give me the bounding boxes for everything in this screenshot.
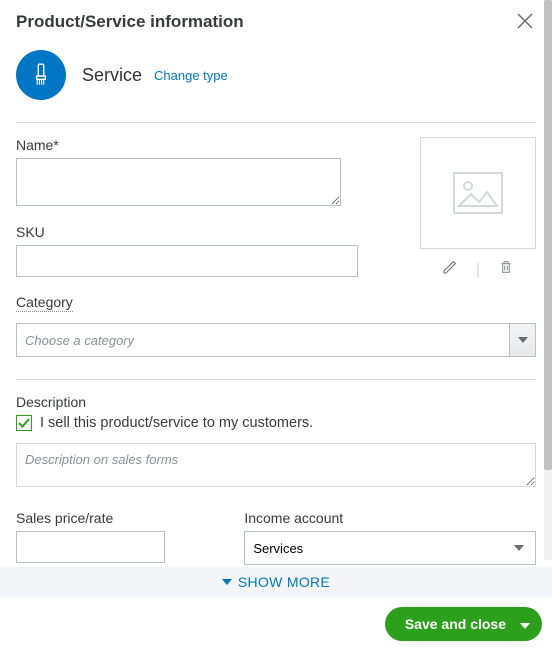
form-section: Name* SKU | (0, 123, 552, 565)
category-label: Category (16, 294, 73, 312)
panel-title: Product/Service information (16, 12, 514, 32)
description-section-label: Description (16, 394, 536, 410)
panel-footer: Save and close (0, 597, 552, 651)
check-icon (18, 417, 30, 429)
image-placeholder[interactable] (420, 137, 536, 249)
name-label: Name* (16, 137, 358, 153)
income-account-input[interactable] (245, 532, 503, 564)
type-label: Service (82, 65, 142, 86)
sell-checkbox-row: I sell this product/service to my custom… (16, 415, 536, 431)
category-select[interactable] (16, 323, 536, 357)
close-icon (516, 12, 534, 30)
name-input[interactable] (16, 158, 341, 206)
price-input[interactable] (16, 531, 165, 563)
trash-icon (498, 259, 514, 275)
chevron-down-icon (222, 579, 232, 585)
sku-label: SKU (16, 224, 358, 240)
close-button[interactable] (514, 12, 536, 32)
description-input[interactable] (16, 443, 536, 487)
category-input[interactable] (17, 324, 509, 356)
image-icon (453, 172, 503, 214)
sell-checkbox-label: I sell this product/service to my custom… (40, 415, 313, 431)
show-more-label: SHOW MORE (238, 574, 330, 590)
pencil-icon (442, 259, 458, 275)
service-icon (16, 50, 66, 100)
show-more-button[interactable]: SHOW MORE (0, 567, 552, 597)
sell-checkbox[interactable] (16, 415, 32, 431)
panel-header: Product/Service information (0, 12, 552, 32)
type-row: Service Change type (0, 32, 552, 122)
save-button-label: Save and close (405, 616, 506, 632)
category-dropdown-button[interactable] (509, 324, 535, 356)
save-and-close-button[interactable]: Save and close (385, 607, 542, 641)
edit-image-button[interactable] (442, 259, 458, 280)
image-actions: | (420, 259, 536, 280)
price-label: Sales price/rate (16, 510, 224, 526)
separator: | (476, 261, 480, 279)
chevron-down-icon (518, 337, 528, 343)
chevron-down-icon (514, 545, 524, 551)
change-type-link[interactable]: Change type (154, 68, 228, 83)
delete-image-button[interactable] (498, 259, 514, 280)
scrollbar-thumb[interactable] (544, 0, 552, 470)
chevron-down-icon (520, 623, 530, 629)
income-dropdown-button[interactable] (503, 532, 535, 564)
price-income-row: Sales price/rate Income account (16, 510, 536, 565)
product-service-panel: Product/Service information Service Chan… (0, 0, 552, 651)
income-account-select[interactable] (244, 531, 536, 565)
sku-input[interactable] (16, 245, 358, 277)
income-account-label: Income account (244, 510, 536, 526)
save-dropdown-toggle[interactable] (520, 616, 530, 632)
